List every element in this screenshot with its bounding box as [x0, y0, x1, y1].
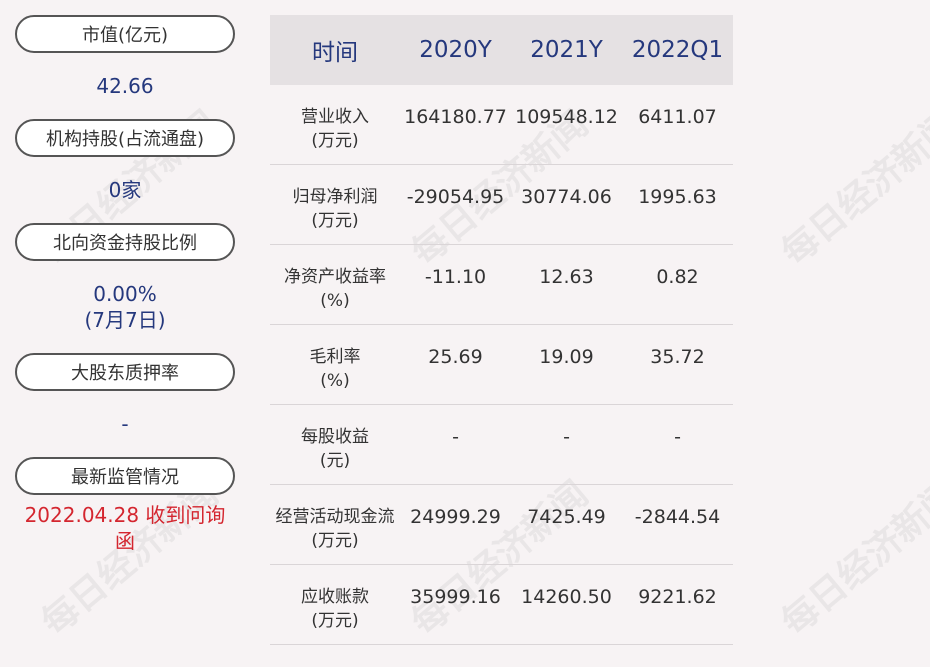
cell-value: 25.69: [428, 346, 483, 368]
table-header: 时间 2020Y 2021Y 2022Q1: [270, 15, 733, 85]
header-2022q1: 2022Q1: [631, 37, 724, 63]
watermark: 每日经济新闻: [774, 473, 930, 644]
regulation-label: 最新监管情况: [15, 457, 235, 495]
cell-value: 0.82: [656, 266, 699, 288]
table-row: 归母净利润 (万元) -29054.95 30774.06 1995.63: [270, 165, 733, 245]
row-label: 营业收入 (万元): [301, 107, 369, 151]
institutional-holding-label: 机构持股(占流通盘): [15, 119, 235, 157]
header-time: 时间: [312, 40, 358, 66]
watermark: 每日经济新闻: [774, 103, 930, 274]
financial-table: 时间 2020Y 2021Y 2022Q1 营业收入 (万元) 164180.77…: [270, 15, 733, 645]
table-row: 营业收入 (万元) 164180.77 109548.12 6411.07: [270, 85, 733, 165]
cell-value: 6411.07: [638, 106, 717, 128]
cell-value: 1995.63: [638, 186, 717, 208]
table-row: 每股收益 (元) - - -: [270, 405, 733, 485]
table-row: 应收账款 (万元) 35999.16 14260.50 9221.62: [270, 565, 733, 645]
cell-value: 14260.50: [521, 586, 612, 608]
row-label: 应收账款 (万元): [301, 587, 369, 631]
market-cap-value: 42.66: [96, 74, 154, 98]
pledge-ratio-label: 大股东质押率: [15, 353, 235, 391]
cell-value: 35.72: [650, 346, 705, 368]
cell-value: -29054.95: [406, 186, 505, 208]
cell-value: 7425.49: [527, 506, 606, 528]
cell-value: -: [563, 426, 570, 448]
northbound-ratio-value: 0.00%: [93, 282, 157, 306]
cell-value: -: [674, 426, 681, 448]
table-row: 毛利率 (%) 25.69 19.09 35.72: [270, 325, 733, 405]
cell-value: 30774.06: [521, 186, 612, 208]
northbound-ratio-date: (7月7日): [84, 308, 166, 332]
header-2020y: 2020Y: [419, 37, 492, 63]
northbound-ratio-label: 北向资金持股比例: [15, 223, 235, 261]
cell-value: -11.10: [424, 266, 487, 288]
cell-value: 35999.16: [410, 586, 501, 608]
table-row: 净资产收益率 (%) -11.10 12.63 0.82: [270, 245, 733, 325]
cell-value: -2844.54: [634, 506, 721, 528]
institutional-holding-value: 0家: [108, 178, 142, 202]
cell-value: 109548.12: [515, 106, 618, 128]
row-label: 每股收益 (元): [301, 427, 369, 471]
cell-value: -: [452, 426, 459, 448]
regulation-value: 2022.04.28 收到问询函: [24, 503, 226, 553]
row-label: 经营活动现金流 (万元): [275, 507, 395, 551]
row-label: 毛利率 (%): [309, 347, 361, 391]
cell-value: 9221.62: [638, 586, 717, 608]
northbound-ratio-block: 0.00% (7月7日): [15, 261, 235, 353]
cell-value: 19.09: [539, 346, 594, 368]
market-cap-label: 市值(亿元): [15, 15, 235, 53]
header-2021y: 2021Y: [530, 37, 603, 63]
row-label: 净资产收益率 (%): [284, 267, 386, 311]
cell-value: 24999.29: [410, 506, 501, 528]
cell-value: 164180.77: [404, 106, 507, 128]
table-row: 经营活动现金流 (万元) 24999.29 7425.49 -2844.54: [270, 485, 733, 565]
cell-value: 12.63: [539, 266, 594, 288]
summary-panel: 市值(亿元) 42.66 机构持股(占流通盘) 0家 北向资金持股比例 0.00…: [15, 15, 235, 561]
pledge-ratio-value: -: [121, 412, 129, 436]
row-label: 归母净利润 (万元): [292, 187, 378, 231]
